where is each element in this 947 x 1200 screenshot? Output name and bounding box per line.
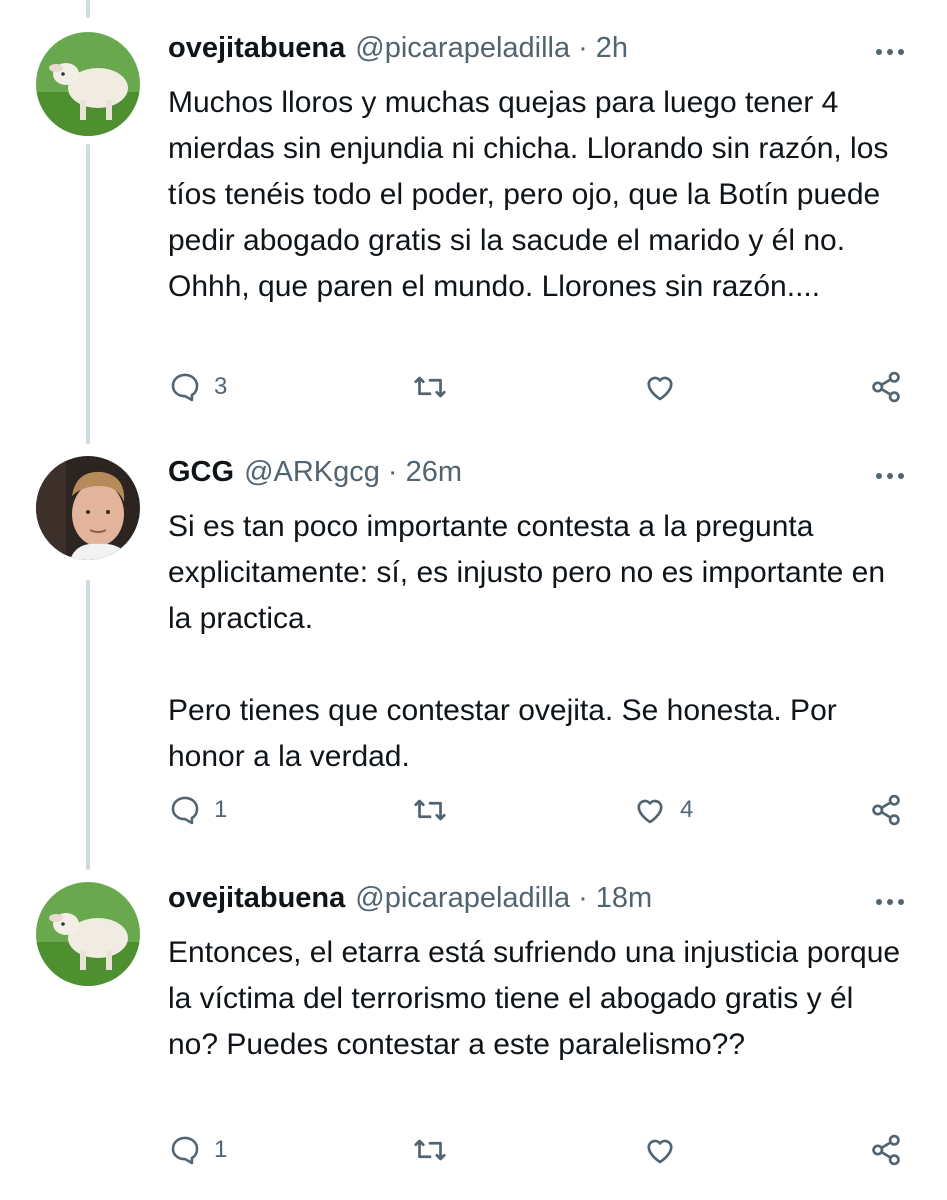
reply-button[interactable]: 3 [168, 367, 227, 407]
lamb-avatar-image [36, 32, 140, 136]
tweet-actions: 1 4 [168, 790, 908, 830]
retweet-icon [414, 1139, 446, 1161]
tweet-text: Muchos lloros y muchas quejas para luego… [168, 86, 889, 303]
reply-count: 1 [214, 796, 228, 823]
timestamp[interactable]: 26m [406, 456, 462, 489]
timestamp[interactable]: 18m [596, 882, 652, 915]
user-handle[interactable]: @picarapeladilla [355, 32, 570, 65]
separator: · [387, 456, 398, 488]
display-name[interactable]: GCG [168, 456, 234, 489]
thread-line-2 [86, 580, 90, 870]
heart-icon [637, 799, 663, 824]
separator: · [578, 882, 588, 914]
reply-count: 1 [214, 1136, 228, 1163]
reply-button[interactable]: 1 [168, 1130, 227, 1170]
display-name[interactable]: ovejitabuena [168, 882, 345, 915]
avatar[interactable] [36, 32, 140, 136]
tweet-actions: 3 [168, 367, 908, 407]
share-icon [872, 1134, 900, 1166]
separator: · [578, 32, 588, 64]
timestamp[interactable]: 2h [596, 32, 628, 65]
man-portrait-avatar-image [36, 456, 140, 560]
thread-line-1 [86, 144, 90, 444]
tweet-actions: 1 [168, 1130, 908, 1170]
more-horizontal-icon[interactable] [872, 40, 908, 64]
reply-bubble-icon [171, 796, 199, 825]
reply-bubble-icon [171, 373, 199, 402]
retweet-button[interactable] [412, 367, 460, 407]
retweet-button[interactable] [412, 1130, 460, 1170]
lamb-avatar-image [36, 882, 140, 986]
share-icon [872, 794, 900, 826]
user-handle[interactable]: @picarapeladilla [355, 882, 570, 915]
heart-icon [647, 376, 673, 401]
share-icon [872, 371, 900, 403]
tweet-text: Entonces, el etarra está sufriendo una i… [168, 936, 901, 1061]
retweet-button[interactable] [412, 790, 460, 830]
reply-count: 3 [214, 373, 228, 400]
reply-bubble-icon [171, 1136, 199, 1165]
like-button[interactable] [642, 367, 690, 407]
thread-line-top [86, 0, 90, 18]
retweet-icon [414, 799, 446, 821]
share-button[interactable] [868, 367, 904, 407]
like-button[interactable]: 4 [632, 790, 693, 830]
reply-button[interactable]: 1 [168, 790, 227, 830]
more-horizontal-icon[interactable] [872, 890, 908, 914]
heart-icon [647, 1139, 673, 1164]
tweet-header: ovejitabuena @picarapeladilla · 2h [168, 32, 908, 76]
tweet-text: Si es tan poco importante contesta a la … [168, 510, 886, 773]
tweet-header: GCG @ARKgcg · 26m [168, 456, 908, 500]
avatar[interactable] [36, 456, 140, 560]
like-count: 4 [680, 796, 694, 823]
tweet-header: ovejitabuena @picarapeladilla · 18m [168, 882, 908, 926]
avatar[interactable] [36, 882, 140, 986]
share-button[interactable] [868, 1130, 904, 1170]
user-handle[interactable]: @ARKgcg [244, 456, 380, 489]
retweet-icon [414, 376, 446, 398]
display-name[interactable]: ovejitabuena [168, 32, 345, 65]
share-button[interactable] [868, 790, 904, 830]
like-button[interactable] [642, 1130, 690, 1170]
more-horizontal-icon[interactable] [872, 464, 908, 488]
